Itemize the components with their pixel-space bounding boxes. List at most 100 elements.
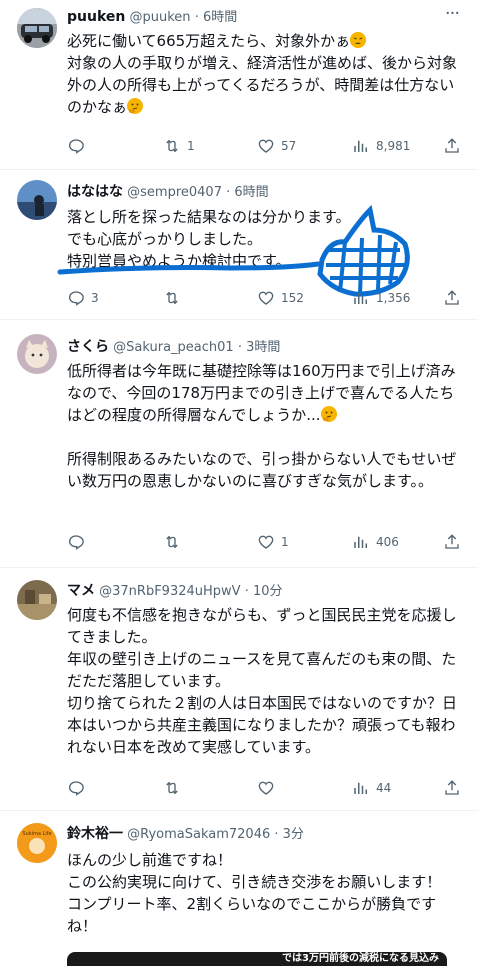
reply-button[interactable] <box>67 136 91 156</box>
avatar-image <box>17 180 57 220</box>
post-time[interactable]: · 6時間 <box>226 185 269 200</box>
avatar[interactable] <box>17 180 57 220</box>
link-card-preview[interactable]: では3万円前後の減税になる見込み <box>67 952 447 966</box>
views-button[interactable]: 44 <box>352 778 391 798</box>
post-1[interactable]: puuken @puuken · 6時間 ··· 必死に働いて665万超えたら、… <box>0 0 478 170</box>
avatar-label: Sukima Life <box>22 831 52 837</box>
heart-icon <box>258 535 274 549</box>
heart-icon <box>258 139 274 153</box>
post-text: 低所得者は今年既に基礎控除等は160万円まで引上げ済みなので、今回の178万円ま… <box>67 360 464 492</box>
share-button[interactable] <box>443 778 461 798</box>
thinking-face-emoji-icon <box>127 98 144 114</box>
view-count: 406 <box>376 535 399 549</box>
avatar-image <box>17 823 57 863</box>
avatar[interactable]: Sukima Life <box>17 823 57 863</box>
repost-icon <box>166 535 178 549</box>
views-icon <box>354 140 367 152</box>
post-actions: 1 406 <box>67 532 462 552</box>
user-handle[interactable]: @Sakura_peach01 <box>113 340 234 355</box>
post-header: はなはな @sempre0407 · 6時間 <box>67 182 462 202</box>
repost-icon <box>166 291 178 305</box>
repost-icon <box>166 781 178 795</box>
post-text-para2: 所得制限あるみたいなので、引っ掛からない人でもせいぜい数万円の恩恵しかないのに喜… <box>67 450 457 490</box>
user-handle[interactable]: @RyomaSakam72046 <box>127 827 270 842</box>
post-header: さくら @Sakura_peach01 · 3時間 <box>67 337 462 357</box>
repost-button[interactable] <box>163 778 187 798</box>
avatar[interactable] <box>17 580 57 620</box>
repost-icon <box>166 139 178 153</box>
link-card-title: では3万円前後の減税になる見込み <box>282 953 439 964</box>
post-actions: 1 57 8,981 <box>67 136 462 156</box>
repost-button[interactable] <box>163 288 187 308</box>
reply-icon <box>68 535 84 550</box>
post-text-line2: 対象の人の手取りが増え、経済活性が進めば、後から対象外の人の所得も上がってくるだ… <box>67 54 458 116</box>
post-text: 何度も不信感を抱きながらも、ずっと国民民主党を応援してきました。 年収の壁引き上… <box>67 606 458 756</box>
post-time[interactable]: · 3時間 <box>238 340 281 355</box>
post-actions: 44 <box>67 778 462 798</box>
reply-button[interactable] <box>67 778 91 798</box>
post-5[interactable]: Sukima Life 鈴木裕一 @RyomaSakam72046 · 3分 ほ… <box>0 811 478 966</box>
avatar-image <box>17 8 57 48</box>
post-header: puuken @puuken · 6時間 <box>67 7 462 27</box>
post-header: 鈴木裕一 @RyomaSakam72046 · 3分 <box>67 824 462 844</box>
view-count: 44 <box>376 781 392 795</box>
heart-icon <box>258 291 274 305</box>
more-options-icon[interactable]: ··· <box>442 5 462 28</box>
views-button[interactable]: 8,981 <box>352 136 410 156</box>
avatar-image <box>17 334 57 374</box>
like-count: 1 <box>281 535 289 549</box>
user-handle[interactable]: @37nRbF9324uHpwV <box>99 584 240 599</box>
post-time[interactable]: · 6時間 <box>195 10 238 25</box>
weary-face-emoji-icon <box>350 32 367 48</box>
like-button[interactable] <box>257 778 281 798</box>
repost-button[interactable]: 1 <box>163 136 195 156</box>
repost-button[interactable] <box>163 532 187 552</box>
reply-button[interactable]: 3 <box>67 288 99 308</box>
display-name[interactable]: はなはな <box>67 184 123 200</box>
user-handle[interactable]: @puuken <box>130 10 191 25</box>
share-button[interactable] <box>443 532 461 552</box>
like-button[interactable]: 152 <box>257 288 304 308</box>
avatar[interactable] <box>17 8 57 48</box>
share-icon <box>445 534 459 549</box>
post-time[interactable]: · 10分 <box>245 584 283 599</box>
avatar[interactable] <box>17 334 57 374</box>
view-count: 1,356 <box>376 291 411 305</box>
display-name[interactable]: puuken <box>67 9 125 25</box>
share-button[interactable] <box>443 288 461 308</box>
avatar-image <box>17 580 57 620</box>
views-icon <box>354 782 367 794</box>
post-text: 落とし所を探った結果なのは分かります。 でも心底がっかりしました。 特別営員やめ… <box>67 208 351 270</box>
post-text-line1: 必死に働いて665万超えたら、対象外かぁ <box>67 32 351 50</box>
like-button[interactable]: 57 <box>257 136 296 156</box>
reply-icon <box>68 139 84 154</box>
like-button[interactable]: 1 <box>257 532 289 552</box>
post-text-para1: 低所得者は今年既に基礎控除等は160万円まで引上げ済みなので、今回の178万円ま… <box>67 362 456 424</box>
post-actions: 3 152 1,356 <box>67 288 462 308</box>
share-icon <box>445 780 459 795</box>
share-icon <box>445 138 459 153</box>
display-name[interactable]: 鈴木裕一 <box>67 826 123 842</box>
post-text: 必死に働いて665万超えたら、対象外かぁ 対象の人の手取りが増え、経済活性が進め… <box>67 30 464 118</box>
repost-count: 1 <box>187 139 195 153</box>
post-2[interactable]: はなはな @sempre0407 · 6時間 落とし所を探った結果なのは分かりま… <box>0 170 478 320</box>
like-count: 152 <box>281 291 304 305</box>
reply-icon <box>68 291 84 306</box>
reply-icon <box>68 781 84 796</box>
display-name[interactable]: さくら <box>67 339 109 355</box>
user-handle[interactable]: @sempre0407 <box>127 185 222 200</box>
views-icon <box>354 292 367 304</box>
views-button[interactable]: 406 <box>352 532 399 552</box>
post-4[interactable]: マメ @37nRbF9324uHpwV · 10分 何度も不信感を抱きながらも、… <box>0 568 478 811</box>
post-time[interactable]: · 3分 <box>274 827 304 842</box>
display-name[interactable]: マメ <box>67 583 95 599</box>
reply-count: 3 <box>91 291 99 305</box>
share-button[interactable] <box>443 136 461 156</box>
thinking-face-emoji-icon <box>320 406 337 422</box>
views-icon <box>354 536 367 548</box>
like-count: 57 <box>281 139 297 153</box>
post-3[interactable]: さくら @Sakura_peach01 · 3時間 低所得者は今年既に基礎控除等… <box>0 320 478 568</box>
reply-button[interactable] <box>67 532 91 552</box>
views-button[interactable]: 1,356 <box>352 288 410 308</box>
share-icon <box>445 290 459 305</box>
